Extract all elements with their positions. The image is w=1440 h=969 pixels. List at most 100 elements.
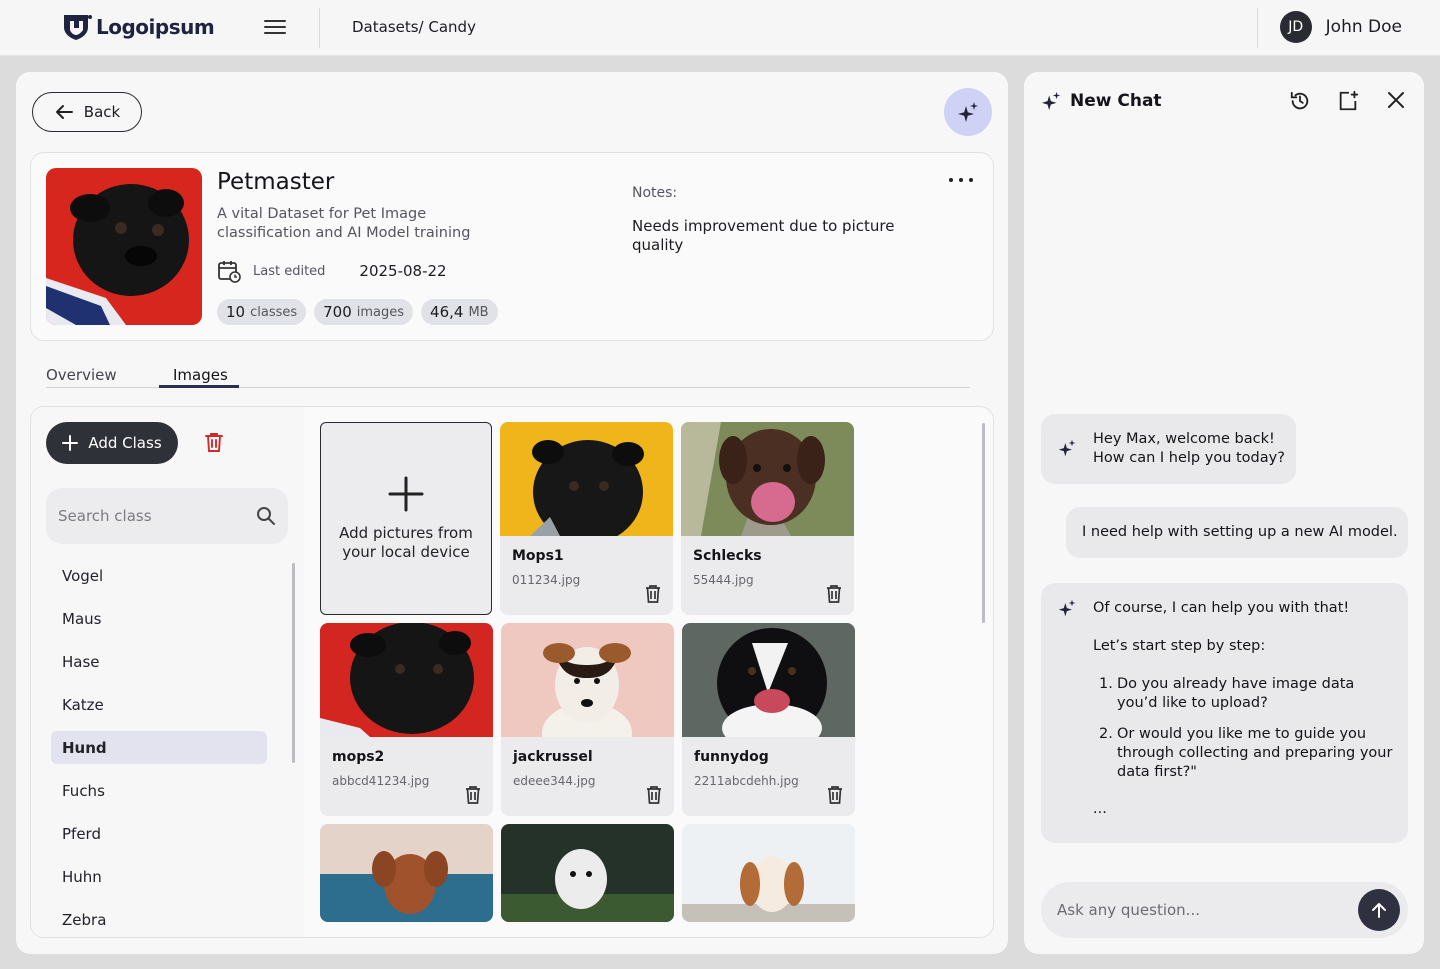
image-card[interactable]: mops2 abbcd41234.jpg [320,623,493,816]
trash-icon[interactable] [826,584,842,607]
image-filename: 2211abcdehh.jpg [694,774,799,788]
breadcrumb[interactable]: Datasets/ Candy [352,18,476,36]
images-chip: 700 images [314,299,414,325]
ai-message: Of course, I can help you with that! Let… [1041,583,1408,843]
class-item-hund[interactable]: Hund [51,731,267,764]
more-options-icon[interactable] [949,171,973,189]
send-button[interactable] [1358,889,1400,931]
avatar[interactable]: JD [1279,11,1312,43]
trash-icon[interactable] [465,785,481,808]
image-thumbnail [681,422,854,536]
message-line: How can I help you today? [1093,450,1285,466]
ai-message: Hey Max, welcome back! How can I help yo… [1041,414,1296,484]
dataset-stats: 10 classes 700 images 46,4 MB [217,299,498,325]
ai-assistant-button[interactable] [944,88,992,136]
last-edited: Last edited 2025-08-22 [217,259,447,283]
image-thumbnail [320,824,493,922]
image-card[interactable] [682,824,855,922]
divider [1257,8,1258,48]
class-item-maus[interactable]: Maus [51,602,267,635]
image-thumbnail [500,422,673,536]
dataset-title: Petmaster [217,169,335,195]
message-intro: Of course, I can help you with that! [1093,600,1350,616]
history-icon[interactable] [1289,90,1311,116]
message-list-item: 2. Or would you like me to guide you thro… [1099,726,1393,780]
image-card[interactable]: Schlecks 55444.jpg [681,422,854,615]
add-pictures-tile[interactable]: Add pictures from your local device [320,422,492,615]
class-search[interactable] [46,488,288,544]
notes-text: Needs improvement due to picture quality [632,217,895,254]
image-card[interactable]: funnydog 2211abcdehh.jpg [682,623,855,816]
image-card[interactable]: jackrussel edeee344.jpg [501,623,674,816]
image-filename: 55444.jpg [693,573,754,587]
class-item-huhn[interactable]: Huhn [51,860,267,893]
sparkle-icon [1058,599,1076,617]
logo-text: Logoipsum [96,15,215,39]
image-name: jackrussel [513,749,593,765]
logo[interactable]: Logoipsum [62,13,215,41]
image-card[interactable] [320,824,493,922]
class-item-vogel[interactable]: Vogel [51,559,267,592]
sparkle-icon [1041,91,1061,111]
chat-header: New Chat [1040,90,1162,112]
add-class-button[interactable]: Add Class [46,422,178,464]
tab-bar: Overview Images [46,366,970,388]
dataset-info-card: Petmaster A vital Dataset for Pet Image … [30,152,994,341]
logo-shield-icon [64,15,92,40]
image-grid-scrollbar[interactable] [982,423,985,623]
delete-class-icon[interactable] [205,432,223,456]
sparkle-icon [958,102,978,122]
class-search-input[interactable] [58,507,238,525]
image-thumbnail [501,824,674,922]
tab-images[interactable]: Images [173,366,228,384]
classes-chip: 10 classes [217,299,307,325]
trash-icon[interactable] [646,785,662,808]
chat-title: New Chat [1070,91,1162,111]
user-name[interactable]: John Doe [1326,17,1402,37]
image-name: funnydog [694,749,769,765]
search-icon[interactable] [256,506,276,526]
class-item-zebra[interactable]: Zebra [51,903,267,936]
menu-icon[interactable] [264,20,286,36]
chat-panel: New Chat Hey Max, welcome back! How can … [1024,72,1424,954]
class-item-fuchs[interactable]: Fuchs [51,774,267,807]
last-edited-label: Last edited [253,263,326,279]
plus-icon [388,476,424,511]
trash-icon[interactable] [827,785,843,808]
close-icon[interactable] [1386,90,1406,114]
class-item-hase[interactable]: Hase [51,645,267,678]
image-filename: edeee344.jpg [513,774,596,788]
message-line: Hey Max, welcome back! [1093,431,1275,447]
last-edited-value: 2025-08-22 [359,262,447,280]
image-card[interactable] [501,824,674,922]
arrow-left-icon [55,105,73,119]
active-tab-indicator [159,385,239,388]
sparkle-icon [1058,439,1076,457]
message-ellipsis: ... [1093,801,1107,817]
class-item-katze[interactable]: Katze [51,688,267,721]
top-bar: Logoipsum Datasets/ Candy JD John Doe [0,0,1440,56]
images-panel: Add Class Vogel Maus Hase Katze Hund Fuc… [30,406,994,938]
divider [319,8,320,48]
chat-input[interactable] [1057,901,1337,919]
chat-input-bar[interactable] [1041,882,1408,938]
image-thumbnail [501,623,674,737]
message-text: I need help with setting up a new AI mod… [1082,524,1398,540]
tab-overview[interactable]: Overview [46,366,117,384]
new-chat-icon[interactable] [1337,90,1359,116]
image-card[interactable]: Mops1 011234.jpg [500,422,673,615]
back-button[interactable]: Back [32,92,142,132]
class-list-scrollbar[interactable] [292,563,295,763]
plus-icon [62,435,79,451]
trash-icon[interactable] [645,584,661,607]
message-list-item: 1. Do you already have image data you’d l… [1099,676,1355,711]
image-thumbnail [682,824,855,922]
class-item-pferd[interactable]: Pferd [51,817,267,850]
arrow-up-icon [1372,903,1386,918]
class-sidebar: Add Class Vogel Maus Hase Katze Hund Fuc… [31,407,304,937]
image-filename: 011234.jpg [512,573,581,587]
image-name: mops2 [332,749,385,765]
user-menu[interactable]: JD John Doe [1279,11,1402,43]
calendar-clock-icon [218,261,241,283]
dataset-thumbnail [46,168,202,325]
